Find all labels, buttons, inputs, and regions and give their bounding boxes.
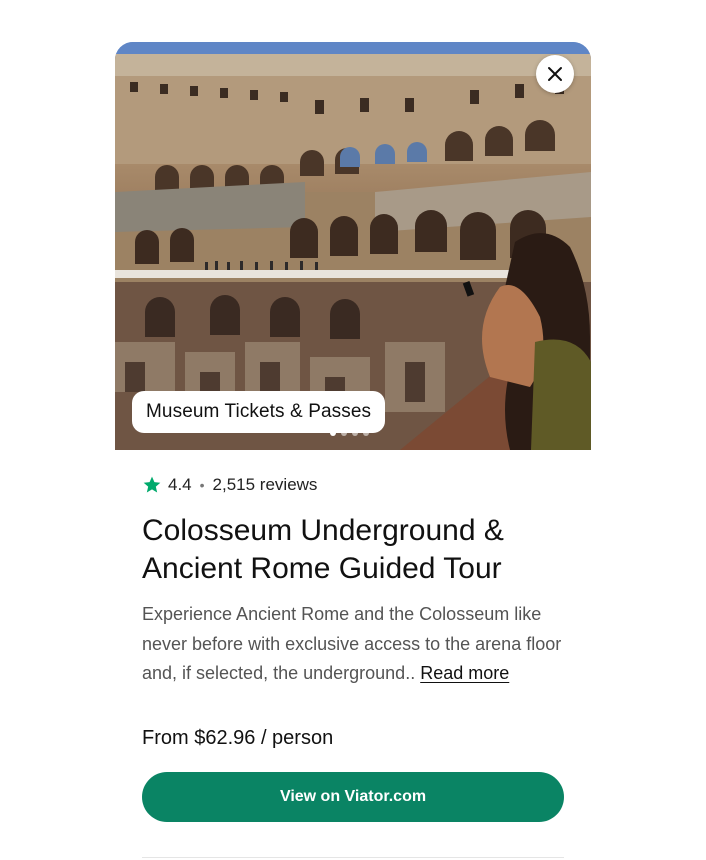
category-label: Museum Tickets & Passes: [146, 401, 372, 422]
divider: [142, 857, 564, 858]
category-badge: Museum Tickets & Passes: [132, 391, 386, 433]
tour-card: Museum Tickets & Passes: [115, 42, 591, 450]
carousel-indicator: [330, 430, 369, 436]
carousel-dot[interactable]: [341, 430, 347, 436]
hero-image[interactable]: Museum Tickets & Passes: [115, 42, 591, 450]
close-button[interactable]: [536, 55, 574, 93]
review-count[interactable]: 2,515 reviews: [213, 475, 318, 495]
star-icon: [143, 476, 161, 493]
colosseum-photo: [115, 42, 591, 450]
carousel-dot[interactable]: [330, 430, 336, 436]
close-icon: [548, 67, 562, 81]
carousel-dot[interactable]: [363, 430, 369, 436]
price-label: From $62.96 / person: [142, 727, 334, 749]
carousel-dot[interactable]: [352, 430, 358, 436]
rating-row: 4.4 • 2,515 reviews: [142, 475, 317, 495]
rating-score: 4.4: [168, 475, 192, 494]
tour-title: Colosseum Underground & Ancient Rome Gui…: [142, 514, 504, 585]
rating-separator: •: [199, 477, 205, 493]
read-more-link[interactable]: Read more: [420, 663, 509, 683]
tour-description: Experience Ancient Rome and the Colosseu…: [142, 600, 572, 689]
view-on-viator-button[interactable]: View on Viator.com: [142, 772, 564, 822]
